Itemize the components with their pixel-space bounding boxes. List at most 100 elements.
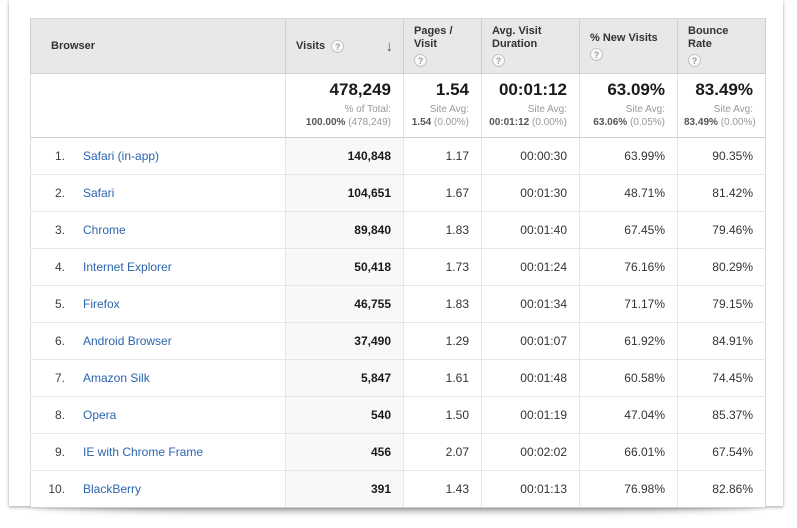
row-rank: 5. [31,297,65,311]
avg-visit-duration-cell: 00:01:30 [482,175,580,212]
visits-cell: 46,755 [286,286,404,323]
avg-visit-duration-cell: 00:01:19 [482,397,580,434]
row-rank: 8. [31,408,65,422]
row-rank: 7. [31,371,65,385]
pages-per-visit-cell: 1.61 [404,360,482,397]
bounce-rate-cell: 90.35% [678,138,766,175]
browser-cell: 10.BlackBerry [31,471,286,508]
avg-visit-duration-cell: 00:01:13 [482,471,580,508]
help-icon[interactable]: ? [331,40,344,53]
browser-cell: 4.Internet Explorer [31,249,286,286]
pages-per-visit-cell: 1.73 [404,249,482,286]
browser-metrics-table: Browser Visits ? ↓ Pages / Visit ? [30,18,766,508]
bounce-rate-cell: 79.46% [678,212,766,249]
visits-cell: 540 [286,397,404,434]
summary-sub-label: Site Avg: [714,104,753,115]
browser-link[interactable]: Safari [83,186,114,200]
avg-visit-duration-cell: 00:02:02 [482,434,580,471]
pages-per-visit-cell: 1.50 [404,397,482,434]
summary-value: 00:01:12 [488,80,567,100]
table-row: 5.Firefox 46,755 1.83 00:01:34 71.17% 79… [31,286,766,323]
bounce-rate-cell: 84.91% [678,323,766,360]
browser-link[interactable]: BlackBerry [83,482,141,496]
summary-sub-value: 100.00% [306,117,345,128]
sort-descending-icon: ↓ [386,40,394,53]
help-icon[interactable]: ? [414,54,427,67]
summary-value: 63.09% [586,80,665,100]
pct-new-visits-cell: 76.16% [580,249,678,286]
visits-cell: 89,840 [286,212,404,249]
pages-per-visit-cell: 1.29 [404,323,482,360]
summary-sub-label: Site Avg: [626,104,665,115]
help-icon[interactable]: ? [688,54,701,67]
table-row: 4.Internet Explorer 50,418 1.73 00:01:24… [31,249,766,286]
bounce-rate-cell: 80.29% [678,249,766,286]
avg-visit-duration-cell: 00:00:30 [482,138,580,175]
column-header-avg-visit-duration[interactable]: Avg. Visit Duration ? [482,19,580,74]
table-row: 8.Opera 540 1.50 00:01:19 47.04% 85.37% [31,397,766,434]
browser-link[interactable]: Android Browser [83,334,172,348]
avg-visit-duration-cell: 00:01:34 [482,286,580,323]
bounce-rate-cell: 79.15% [678,286,766,323]
summary-value: 478,249 [292,80,391,100]
browser-cell: 6.Android Browser [31,323,286,360]
pct-new-visits-cell: 76.98% [580,471,678,508]
browser-link[interactable]: IE with Chrome Frame [83,445,203,459]
summary-sub-paren: (478,249) [348,117,391,128]
pct-new-visits-cell: 66.01% [580,434,678,471]
table-row: 3.Chrome 89,840 1.83 00:01:40 67.45% 79.… [31,212,766,249]
bounce-rate-cell: 82.86% [678,471,766,508]
pages-per-visit-cell: 1.83 [404,212,482,249]
pct-new-visits-cell: 48.71% [580,175,678,212]
summary-sub-label: Site Avg: [528,104,567,115]
bounce-rate-cell: 74.45% [678,360,766,397]
visits-cell: 37,490 [286,323,404,360]
summary-sub-label: Site Avg: [430,104,469,115]
summary-pct-new-visits: 63.09% Site Avg: 63.06% (0.05%) [580,74,678,138]
summary-bounce-rate: 83.49% Site Avg: 83.49% (0.00%) [678,74,766,138]
table-body: 1.Safari (in-app) 140,848 1.17 00:00:30 … [31,138,766,508]
browser-link[interactable]: Safari (in-app) [83,149,159,163]
column-label: Pages / Visit [414,25,471,51]
summary-sub-paren: (0.00%) [434,117,469,128]
browser-link[interactable]: Opera [83,408,116,422]
browser-cell: 1.Safari (in-app) [31,138,286,175]
column-label: Browser [51,40,95,53]
summary-sub-value: 83.49% [684,117,718,128]
table-row: 2.Safari 104,651 1.67 00:01:30 48.71% 81… [31,175,766,212]
summary-value: 1.54 [410,80,469,100]
visits-cell: 391 [286,471,404,508]
column-header-visits[interactable]: Visits ? ↓ [286,19,404,74]
pct-new-visits-cell: 47.04% [580,397,678,434]
summary-sub-value: 63.06% [593,117,627,128]
pct-new-visits-cell: 63.99% [580,138,678,175]
table-row: 10.BlackBerry 391 1.43 00:01:13 76.98% 8… [31,471,766,508]
browser-link[interactable]: Firefox [83,297,120,311]
summary-sub-paren: (0.00%) [721,117,756,128]
column-label: Bounce Rate [688,25,755,51]
browser-cell: 5. Firefox [31,286,286,323]
browser-link[interactable]: Internet Explorer [83,260,172,274]
avg-visit-duration-cell: 00:01:07 [482,323,580,360]
bounce-rate-cell: 67.54% [678,434,766,471]
summary-sub-paren: (0.00%) [532,117,567,128]
column-header-pages-per-visit[interactable]: Pages / Visit ? [404,19,482,74]
help-icon[interactable]: ? [492,54,505,67]
summary-sub-paren: (0.05%) [630,117,665,128]
column-header-pct-new-visits[interactable]: % New Visits ? [580,19,678,74]
pages-per-visit-cell: 1.43 [404,471,482,508]
summary-sub-label: % of Total: [344,104,391,115]
pages-per-visit-cell: 1.83 [404,286,482,323]
column-header-bounce-rate[interactable]: Bounce Rate ? [678,19,766,74]
row-rank: 3. [31,223,65,237]
visits-cell: 456 [286,434,404,471]
browser-link[interactable]: Chrome [83,223,126,237]
browser-link[interactable]: Amazon Silk [83,371,150,385]
screenshot-stage: Browser Visits ? ↓ Pages / Visit ? [0,0,797,528]
avg-visit-duration-cell: 00:01:48 [482,360,580,397]
column-header-browser[interactable]: Browser [31,19,286,74]
pct-new-visits-cell: 60.58% [580,360,678,397]
visits-cell: 5,847 [286,360,404,397]
help-icon[interactable]: ? [590,48,603,61]
pages-per-visit-cell: 1.67 [404,175,482,212]
